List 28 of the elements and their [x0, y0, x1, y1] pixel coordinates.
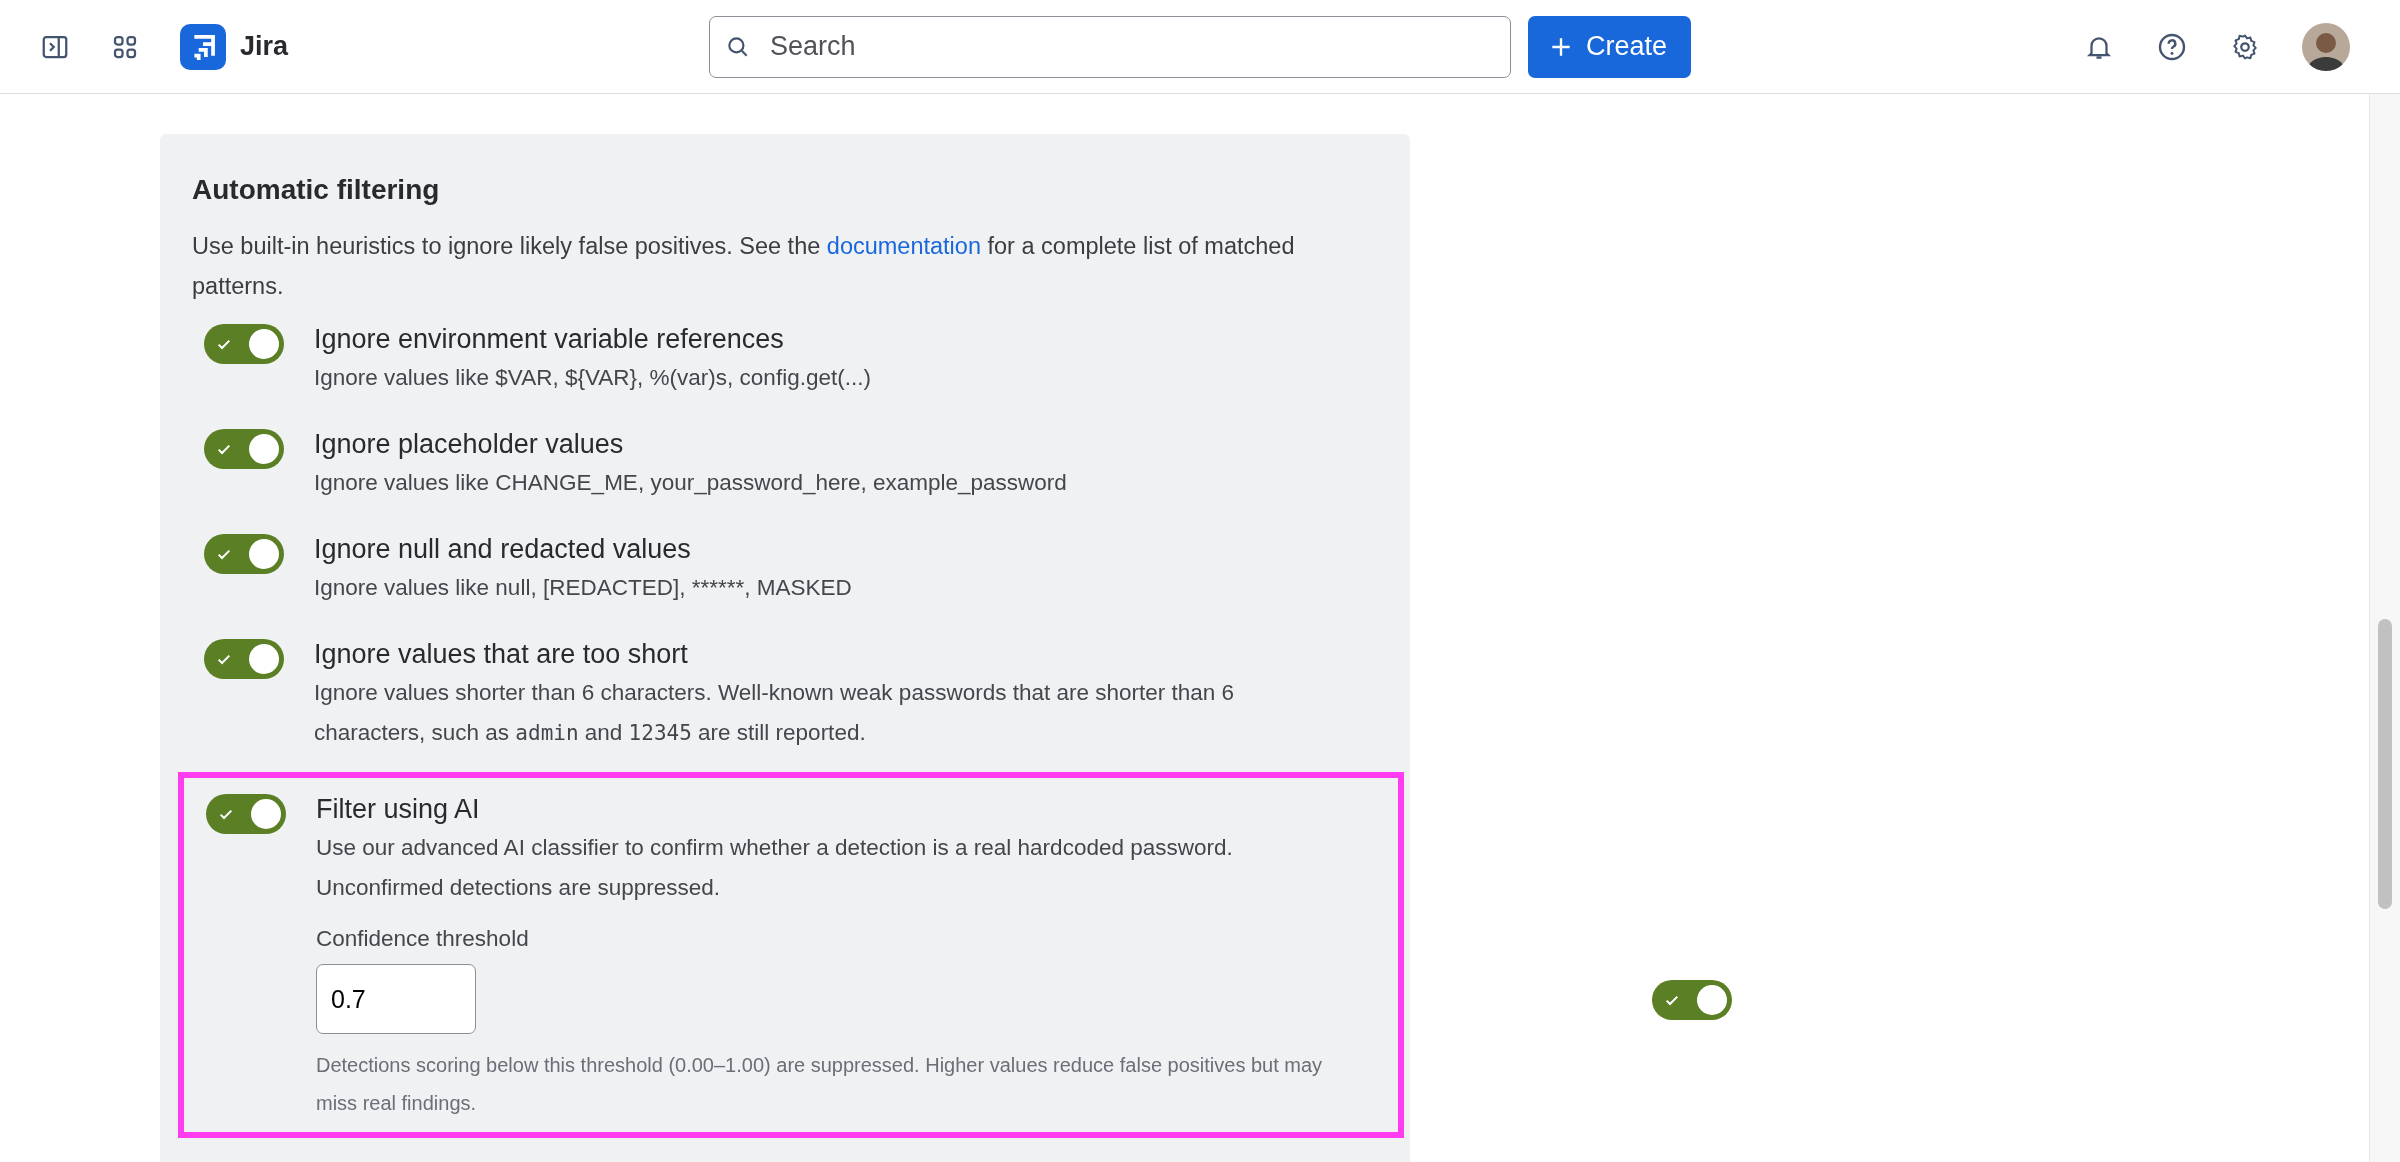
helper-text: Detections scoring below this threshold (0.00–1.00) are suppressed. Higher values reduce false positives but may miss real findings.: [316, 1053, 1324, 1116]
toggle-switch[interactable]: [204, 639, 284, 679]
avatar-icon[interactable]: [2302, 22, 2350, 71]
toggle-switch[interactable]: [204, 534, 284, 574]
field-label: Confidence threshold: [316, 926, 530, 952]
option-title: Filter using AI: [316, 793, 481, 826]
threshold-field[interactable]: 0.7: [316, 964, 476, 1034]
toggle-switch[interactable]: [204, 324, 284, 364]
toggle-switch[interactable]: [204, 429, 284, 469]
app-name[interactable]: Jira: [240, 31, 289, 62]
toggle-switch[interactable]: [1652, 980, 1732, 1020]
documentation-link[interactable]: documentation: [826, 233, 981, 259]
search-field[interactable]: Search: [708, 15, 1511, 78]
option-description: Ignore values like $VAR, ${VAR}, %(var)s, config.get(...): [314, 364, 872, 392]
option-description: Ignore values shorter than 6 characters. Well-known weak passwords that are shorter than 6 characters, such as admin and 12345 are still reported.: [314, 679, 1236, 747]
section-description: Use built-in heuristics to ignore likely false positives. See the documentation for a complete list of matched patterns.: [192, 232, 1296, 301]
option-description: Ignore values like CHANGE_ME, your_password_here, example_password: [314, 469, 1068, 497]
option-description: Ignore values like null, [REDACTED], ******, MASKED: [314, 574, 853, 602]
option-title: Ignore null and redacted values: [314, 533, 692, 566]
toggle-switch[interactable]: [206, 794, 286, 834]
section-title: Automatic filtering: [192, 174, 441, 206]
create-button[interactable]: Create: [1527, 15, 1691, 78]
option-description: Use our advanced AI classifier to confirm whether a detection is a real hardcoded password. Unconfirmed detections are suppressed.: [316, 834, 1234, 902]
option-title: Ignore environment variable references: [314, 323, 785, 356]
option-title: Ignore placeholder values: [314, 428, 625, 461]
option-title: Ignore values that are too short: [314, 638, 689, 671]
scrollbar[interactable]: [2369, 94, 2400, 1162]
logo-icon[interactable]: [180, 23, 226, 70]
